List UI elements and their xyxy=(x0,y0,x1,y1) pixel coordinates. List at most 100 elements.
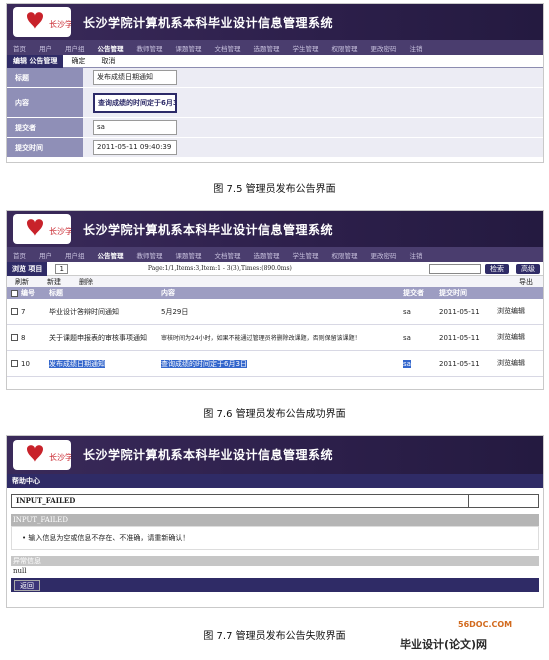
nav-student[interactable]: 学生管理 xyxy=(293,43,319,53)
nav-student[interactable]: 学生管理 xyxy=(293,250,319,260)
refresh-button[interactable]: 刷新 xyxy=(15,277,29,287)
row-title: 关于课题申报表的审核事项通知 xyxy=(49,333,147,342)
col-content[interactable]: 内容 xyxy=(161,288,403,298)
nav-teacher[interactable]: 教师管理 xyxy=(137,43,163,53)
field-time: 提交时间 2011-05-11 09:40:39 xyxy=(7,138,543,158)
nav-logout[interactable]: 注销 xyxy=(410,250,423,260)
row-id: 10 xyxy=(21,359,30,368)
system-title: 长沙学院计算机系本科毕业设计信息管理系统 xyxy=(83,223,334,237)
school-logo: 长沙学院 xyxy=(13,7,71,37)
nav-teacher[interactable]: 教师管理 xyxy=(137,250,163,260)
svg-text:长沙学院: 长沙学院 xyxy=(49,226,71,236)
table-row[interactable]: 7 毕业设计答辩时间通知 5月29日 sa 2011-05-11 浏览编辑 xyxy=(7,299,543,325)
fig3-screenshot: 长沙学院 长沙学院计算机系本科毕业设计信息管理系统 帮助中心 INPUT_FAI… xyxy=(6,435,544,608)
detail-header: 异常信息 xyxy=(11,556,539,566)
nav-home[interactable]: 首页 xyxy=(13,250,26,260)
table-row[interactable]: 10 发布成绩日期通知 查询成绩的时间定于6月3日 sa 2011-05-11 … xyxy=(7,351,543,377)
field-submitter: 提交者 sa xyxy=(7,118,543,138)
confirm-button[interactable]: 确定 xyxy=(63,56,93,66)
school-logo: 长沙学院 xyxy=(13,214,71,244)
nav-doc[interactable]: 文档管理 xyxy=(215,43,241,53)
back-button[interactable]: 返回 xyxy=(14,579,40,591)
row-ops-link[interactable]: 浏览编辑 xyxy=(497,358,537,369)
nav-logout[interactable]: 注销 xyxy=(410,43,423,53)
nav-user[interactable]: 用户 xyxy=(39,250,52,260)
nav-perm[interactable]: 权限管理 xyxy=(332,250,358,260)
nav-doc[interactable]: 文档管理 xyxy=(215,250,241,260)
fig2-caption: 图 7.6 管理员发布公告成功界面 xyxy=(203,409,346,420)
nav-usergroup[interactable]: 用户组 xyxy=(65,43,85,53)
nav-perm[interactable]: 权限管理 xyxy=(332,43,358,53)
nav-password[interactable]: 更改密码 xyxy=(371,250,397,260)
search-button[interactable]: 检索 xyxy=(485,263,509,274)
page-info: Page:1/1,Items:3,Item:1 - 3(3),Times:(89… xyxy=(147,265,292,272)
title-input[interactable]: 发布成绩日期通知 xyxy=(93,70,177,85)
col-time[interactable]: 提交时间 xyxy=(439,288,497,298)
cancel-button[interactable]: 取消 xyxy=(93,56,123,66)
main-nav: 首页 用户 用户组 公告管理 教师管理 课题管理 文档管理 选题管理 学生管理 … xyxy=(7,247,543,262)
nav-select[interactable]: 选题管理 xyxy=(254,43,280,53)
col-title[interactable]: 标题 xyxy=(49,288,161,298)
select-all-checkbox[interactable] xyxy=(11,289,18,297)
col-id[interactable]: 编号 xyxy=(21,288,35,298)
nav-topic[interactable]: 课题管理 xyxy=(176,250,202,260)
row-ops-link[interactable]: 浏览编辑 xyxy=(497,306,537,317)
advanced-search-button[interactable]: 高级 xyxy=(516,263,540,274)
edit-tab[interactable]: 编辑 公告管理 xyxy=(7,54,64,68)
main-nav: 首页 用户 用户组 公告管理 教师管理 课题管理 文档管理 选题管理 学生管理 … xyxy=(7,40,543,55)
search-input[interactable] xyxy=(429,263,481,274)
row-title: 毕业设计答辩时间通知 xyxy=(49,307,119,316)
row-checkbox[interactable] xyxy=(11,334,18,341)
delete-button[interactable]: 删除 xyxy=(79,277,93,287)
row-time: 2011-05-11 xyxy=(439,333,480,342)
nav-notice[interactable]: 公告管理 xyxy=(98,250,124,260)
error-message: • 输入信息为空或信息不存在、不准确，请重新确认！ xyxy=(11,526,539,550)
table-row[interactable]: 8 关于课题申报表的审核事项通知 审核时间为24小时，如果不能通过管理员将删除改… xyxy=(7,325,543,351)
field-label: 标题 xyxy=(7,68,83,87)
action-bar: 刷新 新建 删除 导出 xyxy=(7,276,543,287)
nav-topic[interactable]: 课题管理 xyxy=(176,43,202,53)
field-title: 标题 发布成绩日期通知 xyxy=(7,68,543,88)
row-time: 2011-05-11 xyxy=(439,307,480,316)
submitter-input[interactable]: sa xyxy=(93,120,177,135)
browse-toolbar: 浏览 项目 1 Page:1/1,Items:3,Item:1 - 3(3),T… xyxy=(7,261,543,276)
row-checkbox[interactable] xyxy=(11,360,18,367)
fig1-screenshot: 长沙学院 长沙学院计算机系本科毕业设计信息管理系统 首页 用户 用户组 公告管理… xyxy=(6,3,544,163)
row-title: 发布成绩日期通知 xyxy=(49,359,105,368)
header-banner: 长沙学院 长沙学院计算机系本科毕业设计信息管理系统 xyxy=(7,211,543,247)
field-content: 内容 查询成绩的时间定于6月3 xyxy=(7,88,543,118)
system-title: 长沙学院计算机系本科毕业设计信息管理系统 xyxy=(83,448,334,462)
back-bar: 返回 xyxy=(11,578,539,592)
nav-password[interactable]: 更改密码 xyxy=(371,43,397,53)
row-content: 5月29日 xyxy=(161,307,189,316)
export-button[interactable]: 导出 xyxy=(519,277,533,287)
browse-tab[interactable]: 浏览 项目 xyxy=(7,261,48,276)
header-banner: 长沙学院 长沙学院计算机系本科毕业设计信息管理系统 xyxy=(7,436,543,474)
error-title: INPUT_FAILED xyxy=(11,494,539,508)
time-input[interactable]: 2011-05-11 09:40:39 xyxy=(93,140,177,155)
field-label: 内容 xyxy=(7,88,83,117)
nav-home[interactable]: 首页 xyxy=(13,43,26,53)
detail-value: null xyxy=(13,567,27,575)
field-label: 提交者 xyxy=(7,118,83,137)
edit-toolbar: 编辑 公告管理 确定 取消 xyxy=(7,54,543,68)
page-input[interactable]: 1 xyxy=(55,263,68,274)
col-user[interactable]: 提交者 xyxy=(403,288,439,298)
error-header: INPUT_FAILED xyxy=(11,514,539,526)
header-banner: 长沙学院 长沙学院计算机系本科毕业设计信息管理系统 xyxy=(7,4,543,40)
watermark-site: 56DOC.COM xyxy=(458,620,513,629)
row-checkbox[interactable] xyxy=(11,308,18,315)
row-content: 审核时间为24小时，如果不能通过管理员将删除改课题，否则保留该课题！ xyxy=(161,335,361,342)
content-input[interactable]: 查询成绩的时间定于6月3 xyxy=(93,92,177,113)
fig1-caption: 图 7.5 管理员发布公告界面 xyxy=(213,184,336,195)
nav-select[interactable]: 选题管理 xyxy=(254,250,280,260)
row-ops-link[interactable]: 浏览编辑 xyxy=(497,332,537,343)
nav-notice[interactable]: 公告管理 xyxy=(98,43,124,53)
new-button[interactable]: 新建 xyxy=(47,277,61,287)
row-time: 2011-05-11 xyxy=(439,359,480,368)
field-label: 提交时间 xyxy=(7,138,83,157)
school-logo: 长沙学院 xyxy=(13,440,71,470)
nav-user[interactable]: 用户 xyxy=(39,43,52,53)
nav-usergroup[interactable]: 用户组 xyxy=(65,250,85,260)
svg-text:长沙学院: 长沙学院 xyxy=(49,19,71,29)
